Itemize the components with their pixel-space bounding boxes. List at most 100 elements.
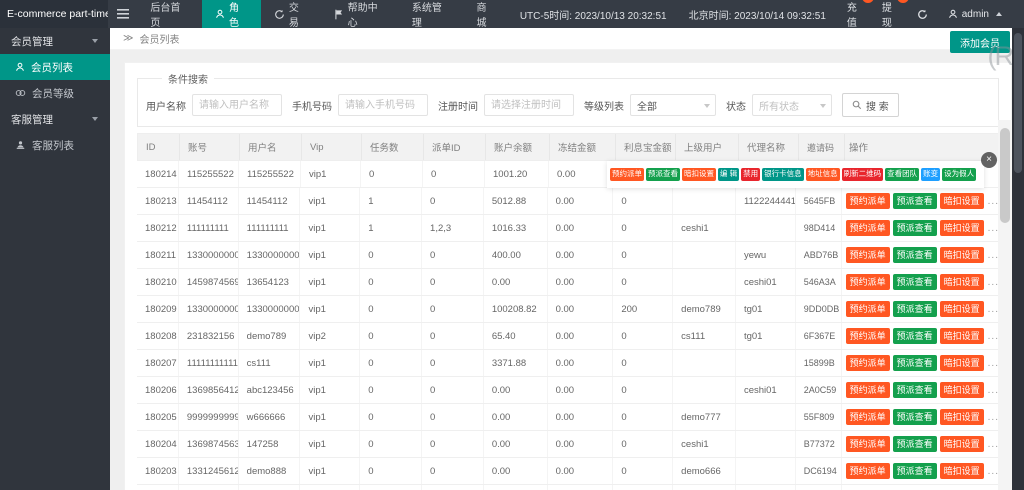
row-action-dispatch-view-button[interactable]: 预派查看 (893, 355, 937, 370)
row-action-reserve-dispatch-button[interactable]: 预约派单 (846, 382, 890, 397)
cell-interest: 0 (613, 188, 673, 214)
popup-action-reserve-dispatch-button[interactable]: 预约派单 (610, 168, 644, 181)
row-action-deduct-setting-button[interactable]: 暗扣设置 (940, 328, 984, 343)
phone-input[interactable] (338, 94, 428, 116)
cell-id: 180209 (137, 296, 179, 322)
search-field-status: 状态所有状态 (726, 94, 832, 116)
column-header-account: 账号 (180, 134, 240, 160)
row-action-deduct-setting-button[interactable]: 暗扣设置 (940, 382, 984, 397)
username-label: admin (962, 9, 989, 20)
top-menu-home[interactable]: 后台首页 (137, 0, 202, 28)
row-action-reserve-dispatch-button[interactable]: 预约派单 (846, 301, 890, 316)
popup-action-edit-button[interactable]: 编 辑 (718, 168, 739, 181)
row-action-deduct-setting-button[interactable]: 暗扣设置 (940, 409, 984, 424)
level-select[interactable]: 全部 (630, 94, 716, 116)
sidebar-item-member-list[interactable]: 会员列表 (0, 54, 110, 80)
sidebar-item-service-list[interactable]: 客服列表 (0, 132, 110, 158)
table-row: 180208231832156demo789vip20065.400.000cs… (137, 323, 999, 350)
cell-interest: 0 (613, 323, 673, 349)
cell-dispatch-id: 0 (422, 323, 484, 349)
cell-vip: vip1 (300, 296, 360, 322)
top-menu-mall[interactable]: 商城 (463, 0, 508, 28)
popup-action-view-team-button[interactable]: 查看团队 (885, 168, 919, 181)
regtime-input[interactable] (484, 94, 574, 116)
hamburger-icon[interactable] (108, 0, 137, 28)
row-action-dispatch-view-button[interactable]: 预派查看 (893, 274, 937, 289)
row-action-deduct-setting-button[interactable]: 暗扣设置 (940, 355, 984, 370)
row-action-dispatch-view-button[interactable]: 预派查看 (893, 409, 937, 424)
chevron-down-icon (704, 104, 710, 108)
cell-invite-code: 9DD0DB (796, 296, 842, 322)
row-action-reserve-dispatch-button[interactable]: 预约派单 (846, 436, 890, 451)
top-menu-role[interactable]: 角色 (202, 0, 261, 28)
search-field-username: 用户名称 (146, 94, 282, 116)
add-member-button[interactable]: 添加会员 (950, 31, 1010, 53)
row-action-dispatch-view-button[interactable]: 预派查看 (893, 193, 937, 208)
cell-frozen: 0.00 (549, 161, 615, 187)
popup-action-disable-button[interactable]: 禁用 (741, 168, 760, 181)
table-row: 1802091330000000213300000002vip100100208… (137, 296, 999, 323)
row-action-deduct-setting-button[interactable]: 暗扣设置 (940, 220, 984, 235)
table-scrollbar[interactable] (998, 120, 1012, 490)
row-action-reserve-dispatch-button[interactable]: 预约派单 (846, 193, 890, 208)
row-action-reserve-dispatch-button[interactable]: 预约派单 (846, 328, 890, 343)
row-action-dispatch-view-button[interactable]: 预派查看 (893, 301, 937, 316)
row-action-dispatch-view-button[interactable]: 预派查看 (893, 247, 937, 262)
sidebar-group-0[interactable]: 会员管理 (0, 28, 110, 54)
cell-parent-user (673, 188, 736, 214)
row-action-dispatch-view-button[interactable]: 预派查看 (893, 328, 937, 343)
popup-action-account-change-button[interactable]: 账变 (921, 168, 940, 181)
recharge-link[interactable]: 充值0 (837, 0, 872, 29)
row-action-deduct-setting-button[interactable]: 暗扣设置 (940, 301, 984, 316)
cell-parent-user: ceshi1 (673, 215, 736, 241)
top-menu-trade[interactable]: 交易 (261, 0, 321, 28)
cell-id: 180204 (137, 431, 179, 457)
row-action-reserve-dispatch-button[interactable]: 预约派单 (846, 247, 890, 262)
cell-tasks: 1 (360, 188, 422, 214)
top-menu-label: 角色 (229, 0, 248, 29)
refresh-icon[interactable] (907, 9, 938, 20)
row-action-dispatch-view-button[interactable]: 预派查看 (893, 220, 937, 235)
sidebar-item-member-level[interactable]: 会员等级 (0, 80, 110, 106)
row-action-dispatch-view-button[interactable]: 预派查看 (893, 436, 937, 451)
row-action-dispatch-view-button[interactable]: 预派查看 (893, 463, 937, 478)
cell-frozen: 0.00 (548, 377, 614, 403)
page-scrollbar[interactable] (1012, 28, 1024, 490)
sidebar-group-1[interactable]: 客服管理 (0, 106, 110, 132)
popup-action-dispatch-view-button[interactable]: 预派查看 (646, 168, 680, 181)
cell-parent-user: demo777 (673, 404, 736, 430)
row-action-reserve-dispatch-button[interactable]: 预约派单 (846, 409, 890, 424)
username-input[interactable] (192, 94, 282, 116)
page-scrollbar-thumb[interactable] (1014, 33, 1022, 173)
column-header-invite-code: 邀请码 (799, 134, 845, 160)
top-menu-help[interactable]: 帮助中心 (321, 0, 399, 28)
popup-action-set-dummy-button[interactable]: 设为假人 (942, 168, 976, 181)
row-action-reserve-dispatch-button[interactable]: 预约派单 (846, 274, 890, 289)
top-menu-system[interactable]: 系统管理 (399, 0, 464, 28)
table-scrollbar-thumb[interactable] (1000, 128, 1010, 223)
close-icon[interactable]: × (981, 152, 997, 168)
cell-username: 13300000002 (239, 296, 301, 322)
row-action-dispatch-view-button[interactable]: 预派查看 (893, 382, 937, 397)
row-action-deduct-setting-button[interactable]: 暗扣设置 (940, 274, 984, 289)
row-action-deduct-setting-button[interactable]: 暗扣设置 (940, 193, 984, 208)
popup-action-address-info-button[interactable]: 地址信息 (806, 168, 840, 181)
withdraw-link[interactable]: 提现0 (872, 0, 907, 29)
row-action-reserve-dispatch-button[interactable]: 预约派单 (846, 220, 890, 235)
cell-parent-user: demo666 (673, 485, 736, 490)
user-menu[interactable]: admin (938, 9, 1008, 20)
search-button[interactable]: 搜 索 (842, 93, 899, 117)
cell-account: 13698745632 (179, 431, 239, 457)
row-action-deduct-setting-button[interactable]: 暗扣设置 (940, 463, 984, 478)
top-menu-label: 交易 (289, 0, 308, 29)
row-action-deduct-setting-button[interactable]: 暗扣设置 (940, 247, 984, 262)
row-action-deduct-setting-button[interactable]: 暗扣设置 (940, 436, 984, 451)
popup-action-deduct-setting-button[interactable]: 暗扣设置 (682, 168, 716, 181)
cell-username: demo777 (239, 485, 301, 490)
popup-action-refresh-qrcode-button[interactable]: 刷新二维码 (842, 168, 884, 181)
row-action-reserve-dispatch-button[interactable]: 预约派单 (846, 355, 890, 370)
cell-invite-code: B77372 (796, 431, 842, 457)
popup-action-bank-info-button[interactable]: 银行卡信息 (762, 168, 804, 181)
status-select[interactable]: 所有状态 (752, 94, 832, 116)
row-action-reserve-dispatch-button[interactable]: 预约派单 (846, 463, 890, 478)
